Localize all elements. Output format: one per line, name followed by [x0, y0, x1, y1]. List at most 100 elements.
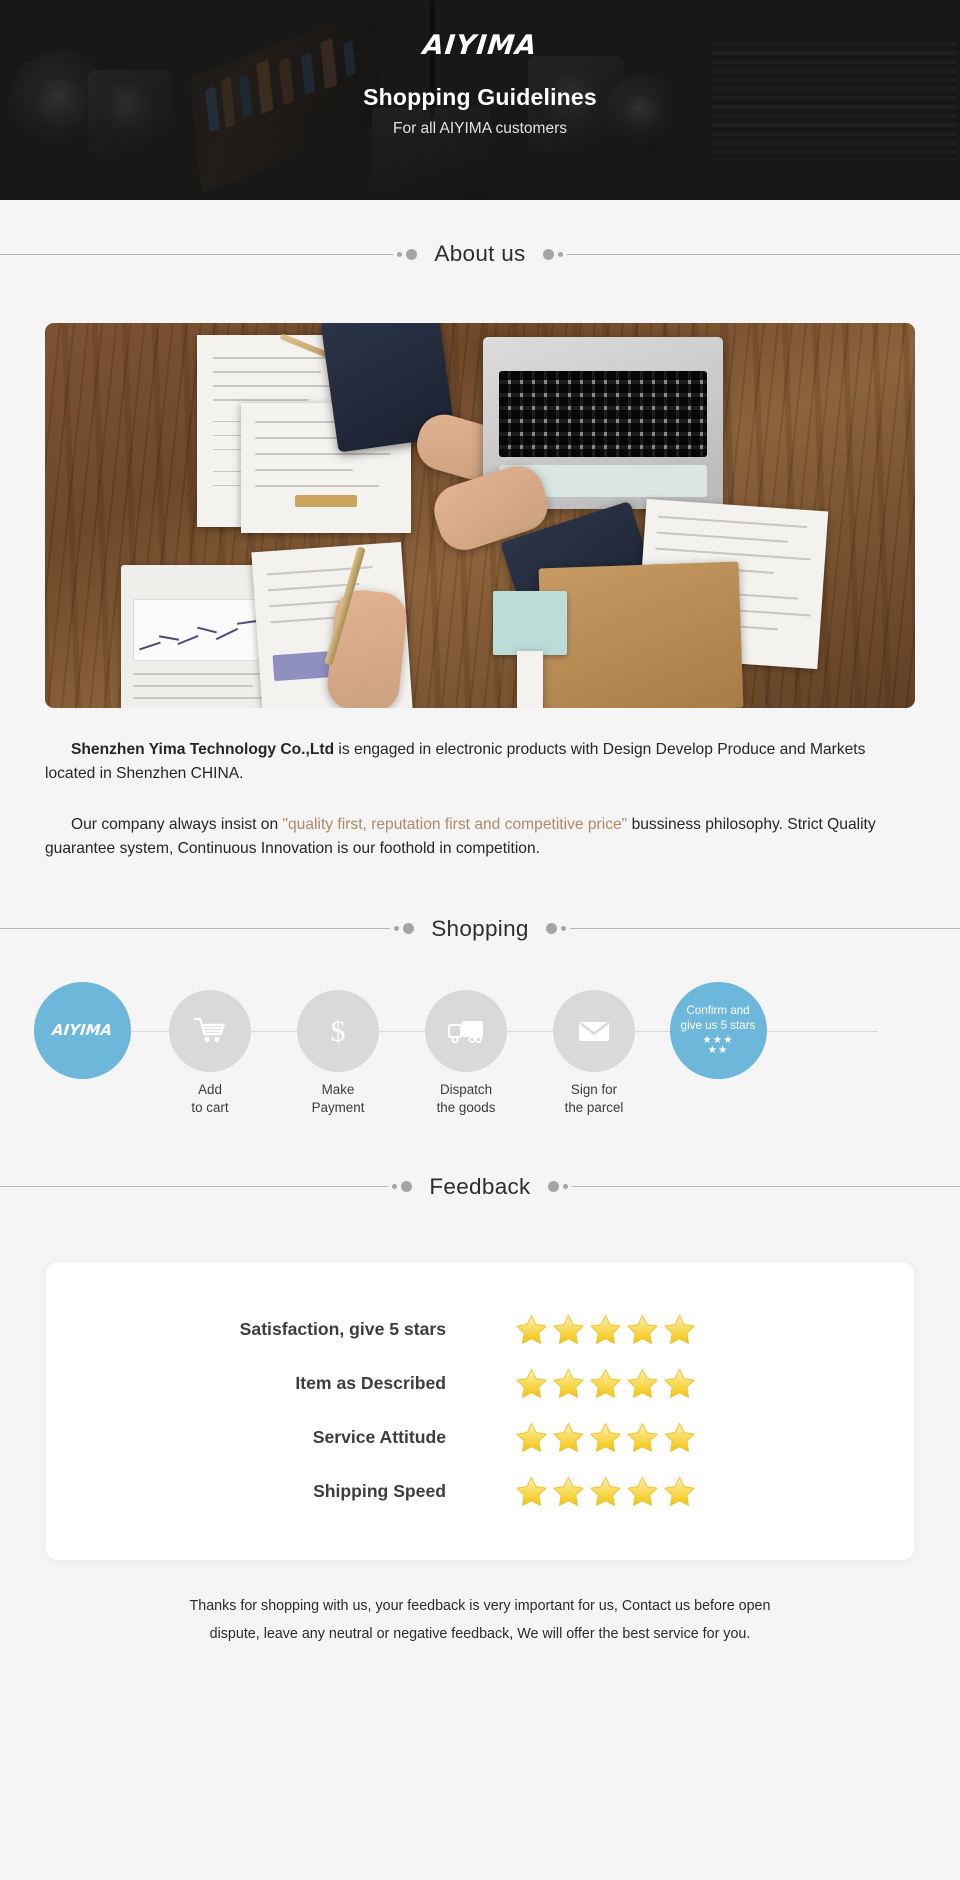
- shopping-dot-small-left: [394, 926, 400, 932]
- sticky-note-image: [493, 591, 567, 655]
- hand-with-pen-image: [324, 587, 410, 708]
- cart-icon: [193, 1017, 225, 1042]
- feedback-stars-shipping-speed: [514, 1474, 697, 1509]
- shopping-dot-large-left: [403, 923, 415, 935]
- cart-step-circle: [169, 989, 251, 1072]
- dollar-icon: $: [331, 1015, 346, 1048]
- payment-step-circle: $: [297, 989, 379, 1072]
- footer-line-1: Thanks for shopping with us, your feedba…: [189, 1597, 771, 1614]
- divider-dot-small-left: [397, 251, 403, 257]
- shopping-divider-line-left: [0, 928, 391, 930]
- confirm-mini-stars: ★★★ ★★: [702, 1035, 733, 1057]
- feedback-card: Satisfaction, give 5 stars Item as Descr…: [46, 1261, 914, 1560]
- banner-title: Shopping Guidelines: [363, 84, 597, 110]
- aiyima-step-circle: AIYIMA: [33, 981, 131, 1079]
- clipboard-clip-image: [295, 495, 357, 507]
- svg-text:$: $: [331, 1015, 346, 1048]
- divider-dot-large-right: [542, 248, 554, 260]
- feedback-stars-service-attitude: [514, 1420, 697, 1455]
- step-make-payment: $ Make Payment: [273, 982, 403, 1118]
- step-add-to-cart: Add to cart: [145, 982, 275, 1118]
- star-icon: [590, 1423, 621, 1453]
- star-icon: [627, 1477, 658, 1507]
- about-us-photo: [45, 323, 915, 708]
- step-confirm-stars: Confirm and give us 5 stars ★★★ ★★: [653, 981, 783, 1079]
- feedback-label-service-attitude: Service Attitude: [312, 1427, 446, 1448]
- about-p2-before: Our company always insist on: [71, 816, 283, 834]
- mini-stars-bottom: ★★: [707, 1044, 729, 1057]
- shopping-dot-large-right: [545, 923, 557, 935]
- star-icon: [553, 1315, 584, 1345]
- aiyima-logo: AIYIMA: [421, 30, 539, 61]
- divider-line-left: [0, 253, 394, 255]
- shopping-divider-line-right: [569, 928, 960, 930]
- step-aiyima: AIYIMA: [17, 981, 147, 1079]
- feedback-dot-large-left: [401, 1181, 413, 1193]
- feedback-divider-line-left: [0, 1186, 389, 1188]
- footer-note: Thanks for shopping with us, your feedba…: [0, 1592, 960, 1649]
- step-label-dispatch-goods: Dispatch the goods: [436, 1081, 496, 1116]
- shopping-steps: AIYIMA Add to cart $ Make Payment Dispat…: [0, 981, 960, 1132]
- feedback-row: Item as Described: [46, 1357, 914, 1411]
- feedback-label-shipping-speed: Shipping Speed: [313, 1481, 446, 1502]
- star-icon: [664, 1423, 695, 1453]
- feedback-row: Service Attitude: [46, 1411, 914, 1465]
- dispatch-step-circle: [425, 989, 507, 1072]
- star-icon: [553, 1369, 584, 1399]
- feedback-label-item-described: Item as Described: [295, 1373, 446, 1394]
- confirm-step-circle: Confirm and give us 5 stars ★★★ ★★: [669, 981, 767, 1079]
- feedback-dot-small-left: [392, 1184, 398, 1190]
- step-dispatch-goods: Dispatch the goods: [401, 982, 531, 1118]
- star-icon: [516, 1477, 547, 1507]
- star-icon: [664, 1315, 695, 1345]
- sign-step-circle: [553, 989, 635, 1072]
- star-icon: [516, 1315, 547, 1345]
- star-icon: [553, 1477, 584, 1507]
- manila-folder-image: [538, 561, 744, 708]
- envelope-icon: [579, 1021, 609, 1041]
- feedback-row: Shipping Speed: [46, 1465, 914, 1519]
- feedback-dot-small-right: [562, 1184, 568, 1190]
- section-title-feedback: Feedback: [429, 1173, 531, 1199]
- step-label-add-to-cart: Add to cart: [191, 1081, 229, 1116]
- header-banner: AIYIMA Shopping Guidelines For all AIYIM…: [0, 0, 960, 200]
- star-icon: [516, 1369, 547, 1399]
- feedback-stars-item-described: [514, 1366, 697, 1401]
- star-icon: [590, 1369, 621, 1399]
- aiyima-logo-icon: AIYIMA: [50, 1021, 114, 1040]
- shopping-divider: Shopping: [0, 916, 960, 942]
- feedback-row: Satisfaction, give 5 stars: [46, 1303, 914, 1357]
- about-paragraph-1: Shenzhen Yima Technology Co.,Ltd is enga…: [45, 738, 915, 785]
- ruler-image: [517, 651, 543, 708]
- star-icon: [590, 1477, 621, 1507]
- company-name: Shenzhen Yima Technology Co.,Ltd: [71, 741, 335, 758]
- about-paragraph-2: Our company always insist on "quality fi…: [45, 813, 915, 860]
- divider-dot-small-right: [557, 251, 563, 257]
- feedback-label-satisfaction: Satisfaction, give 5 stars: [239, 1319, 446, 1340]
- confirm-step-text: Confirm and give us 5 stars: [680, 1004, 756, 1032]
- divider-line-right: [566, 253, 960, 255]
- star-icon: [664, 1477, 695, 1507]
- about-divider: About us: [0, 241, 960, 267]
- star-icon: [627, 1369, 658, 1399]
- quality-motto: "quality first, reputation first and com…: [282, 816, 628, 834]
- step-sign-parcel: Sign for the parcel: [529, 982, 659, 1118]
- step-label-sign-parcel: Sign for the parcel: [564, 1081, 624, 1116]
- step-label-make-payment: Make Payment: [311, 1081, 365, 1116]
- feedback-dot-large-right: [547, 1181, 559, 1193]
- truck-icon: [448, 1020, 483, 1043]
- star-icon: [516, 1423, 547, 1453]
- star-icon: [627, 1423, 658, 1453]
- feedback-divider: Feedback: [0, 1174, 960, 1200]
- feedback-divider-line-right: [571, 1186, 960, 1188]
- footer-line-2: dispute, leave any neutral or negative f…: [209, 1626, 751, 1643]
- star-icon: [664, 1369, 695, 1399]
- star-icon: [590, 1315, 621, 1345]
- section-title-shopping: Shopping: [431, 915, 529, 941]
- divider-dot-large-left: [406, 248, 418, 260]
- banner-subtitle: For all AIYIMA customers: [393, 120, 567, 137]
- star-icon: [627, 1315, 658, 1345]
- laptop-keyboard: [499, 371, 707, 457]
- section-title-about: About us: [434, 241, 526, 266]
- star-icon: [553, 1423, 584, 1453]
